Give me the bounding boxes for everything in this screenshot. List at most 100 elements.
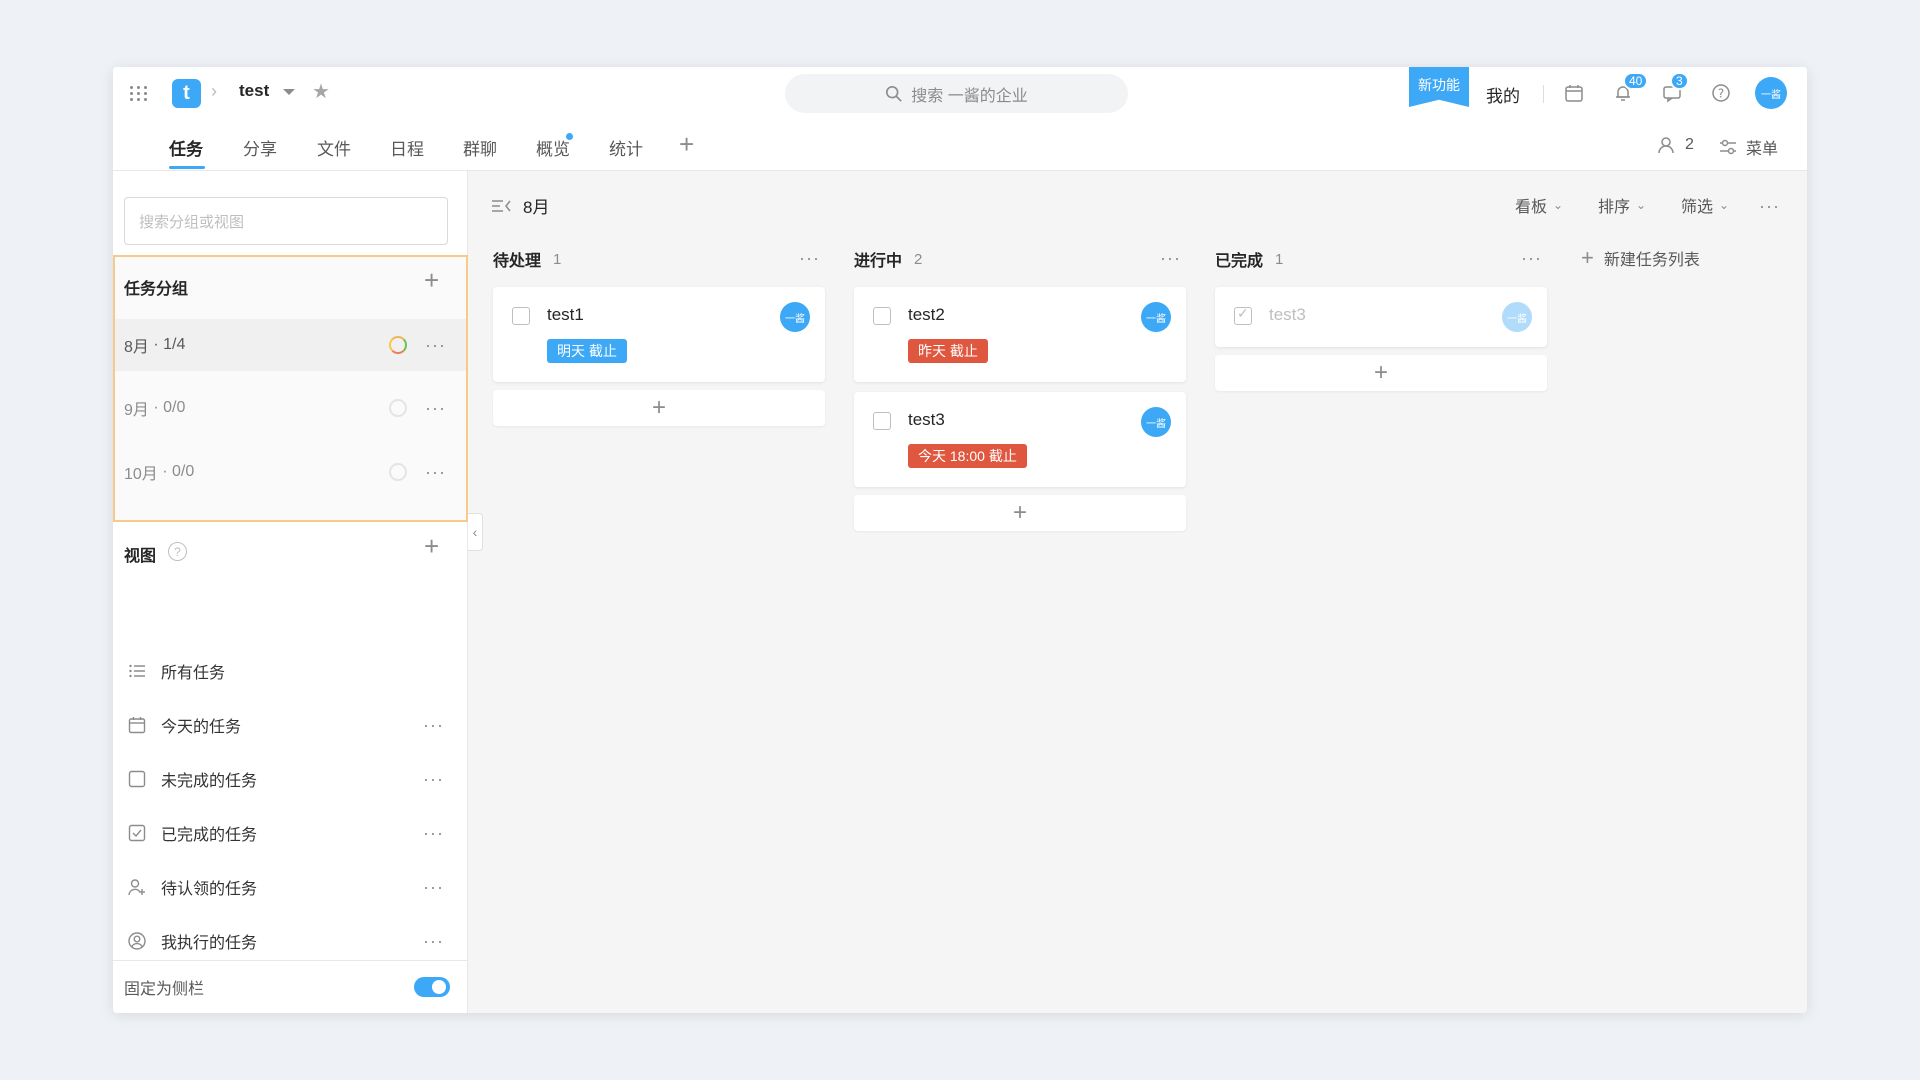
mine-link[interactable]: 我的 [1486,82,1520,107]
view-my-tasks[interactable]: 我执行的任务 ··· [113,919,468,963]
view-completed-tasks[interactable]: 已完成的任务 ··· [113,811,468,855]
add-task-button[interactable]: + [493,390,825,426]
menu-button[interactable]: 菜单 [1718,135,1778,159]
assignee-avatar[interactable]: 一酱 [1141,302,1171,332]
tab-group-chat[interactable]: 群聊 [463,135,497,160]
collapse-sidebar-button[interactable]: ‹ [468,513,483,551]
task-card[interactable]: test3 一酱 今天 18:00 截止 [854,392,1186,487]
group-item[interactable]: 8月 · 1/4 ··· [115,319,466,371]
checkbox-icon [127,769,147,789]
view-unclaimed-tasks[interactable]: 待认领的任务 ··· [113,865,468,909]
more-icon[interactable]: ··· [423,932,444,950]
groups-heading: 任务分组 [124,281,189,298]
global-search[interactable]: 搜索 一酱的企业 [785,74,1128,113]
sort-button[interactable]: 排序 ⌄ [1598,193,1646,217]
members-button[interactable]: 2 [1657,135,1694,155]
view-label: 待认领的任务 [161,881,258,898]
svg-text:?: ? [1718,87,1724,101]
star-icon[interactable]: ★ [312,79,330,104]
top-bar: t › test ★ 搜索 一酱的企业 新功能 我的 40 3 ? 一酱 [113,67,1807,119]
views-header: 视图 ? + [113,525,468,577]
view-label: 未完成的任务 [161,773,258,790]
assignee-avatar[interactable]: 一酱 [1141,407,1171,437]
group-progress: 1/4 [163,336,186,353]
add-tab-button[interactable]: + [679,129,694,160]
tab-files[interactable]: 文件 [317,135,351,160]
tab-share[interactable]: 分享 [243,135,277,160]
user-avatar[interactable]: 一酱 [1755,77,1787,109]
sidebar-footer: 固定为侧栏 [113,960,468,1013]
tab-schedule[interactable]: 日程 [390,135,424,160]
board-more-icon[interactable]: ··· [1759,197,1780,215]
help-icon[interactable]: ? [168,542,187,561]
more-icon[interactable]: ··· [423,770,444,788]
due-date-badge: 今天 18:00 截止 [908,444,1027,468]
task-card[interactable]: test1 一酱 明天 截止 [493,287,825,382]
chevron-right-icon: › [211,81,217,101]
assignee-avatar[interactable]: 一酱 [1502,302,1532,332]
calendar-icon[interactable] [1562,81,1586,105]
bell-icon[interactable]: 40 [1611,72,1649,105]
column-header: 进行中 2 [854,247,922,271]
task-checkbox-checked[interactable] [1234,305,1252,325]
task-checkbox[interactable] [512,307,530,325]
app-grid-icon[interactable] [129,83,149,103]
message-icon[interactable]: 3 [1660,72,1689,105]
app-window: t › test ★ 搜索 一酱的企业 新功能 我的 40 3 ? 一酱 任务 … [113,67,1807,1013]
column-more-icon[interactable]: ··· [799,249,820,267]
add-task-button[interactable]: + [854,495,1186,531]
add-group-button[interactable]: + [424,265,439,296]
more-icon[interactable]: ··· [425,336,446,354]
due-date-badge: 明天 截止 [547,339,627,363]
project-logo[interactable]: t [172,79,201,108]
more-icon[interactable]: ··· [425,399,446,417]
menu-label: 菜单 [1746,141,1779,158]
collapse-list-icon [492,199,511,212]
add-task-button[interactable]: + [1215,355,1547,391]
view-today-tasks[interactable]: 今天的任务 ··· [113,703,468,747]
view-label: 已完成的任务 [161,827,258,844]
more-icon[interactable]: ··· [423,824,444,842]
user-circle-icon [127,931,147,951]
new-feature-ribbon[interactable]: 新功能 [1409,67,1469,107]
group-search-input[interactable]: 搜索分组或视图 [124,197,448,245]
column-title: 进行中 [854,253,903,270]
board-title-text: 8月 [523,198,550,217]
more-icon[interactable]: ··· [425,463,446,481]
group-item[interactable]: 10月 · 0/0 ··· [115,446,466,498]
settings-sliders-icon [1720,139,1736,155]
chevron-down-icon: ⌄ [1553,198,1564,212]
calendar-icon [127,715,147,735]
group-label: 9月 [124,402,149,419]
filter-button[interactable]: 筛选 ⌄ [1681,193,1729,217]
group-progress: 0/0 [172,463,195,480]
help-icon[interactable]: ? [1709,81,1733,105]
progress-ring-icon [389,336,407,354]
task-card[interactable]: test2 一酱 昨天 截止 [854,287,1186,382]
pin-sidebar-toggle[interactable] [414,977,450,997]
board-title[interactable]: 8月 [491,193,549,218]
more-icon[interactable]: ··· [423,716,444,734]
tab-tasks[interactable]: 任务 [169,135,203,160]
progress-ring-icon [389,463,407,481]
project-name[interactable]: test [239,81,269,101]
task-card[interactable]: test3 一酱 [1215,287,1547,347]
task-checkbox[interactable] [873,412,891,430]
kanban-view-button[interactable]: 看板 ⌄ [1515,193,1563,217]
task-checkbox[interactable] [873,307,891,325]
column-more-icon[interactable]: ··· [1521,249,1542,267]
tab-statistics[interactable]: 统计 [609,135,643,160]
assignee-avatar[interactable]: 一酱 [780,302,810,332]
caret-down-icon[interactable] [283,89,295,95]
view-incomplete-tasks[interactable]: 未完成的任务 ··· [113,757,468,801]
group-item[interactable]: 9月 · 0/0 ··· [115,382,466,434]
view-all-tasks[interactable]: 所有任务 [113,649,468,693]
view-label: 今天的任务 [161,719,242,736]
column-title: 已完成 [1215,253,1264,270]
new-task-list-button[interactable]: + 新建任务列表 [1581,245,1700,271]
plus-icon: + [1581,245,1594,270]
more-icon[interactable]: ··· [423,878,444,896]
add-view-button[interactable]: + [424,531,439,562]
column-more-icon[interactable]: ··· [1160,249,1181,267]
tab-overview[interactable]: 概览 [536,135,570,160]
